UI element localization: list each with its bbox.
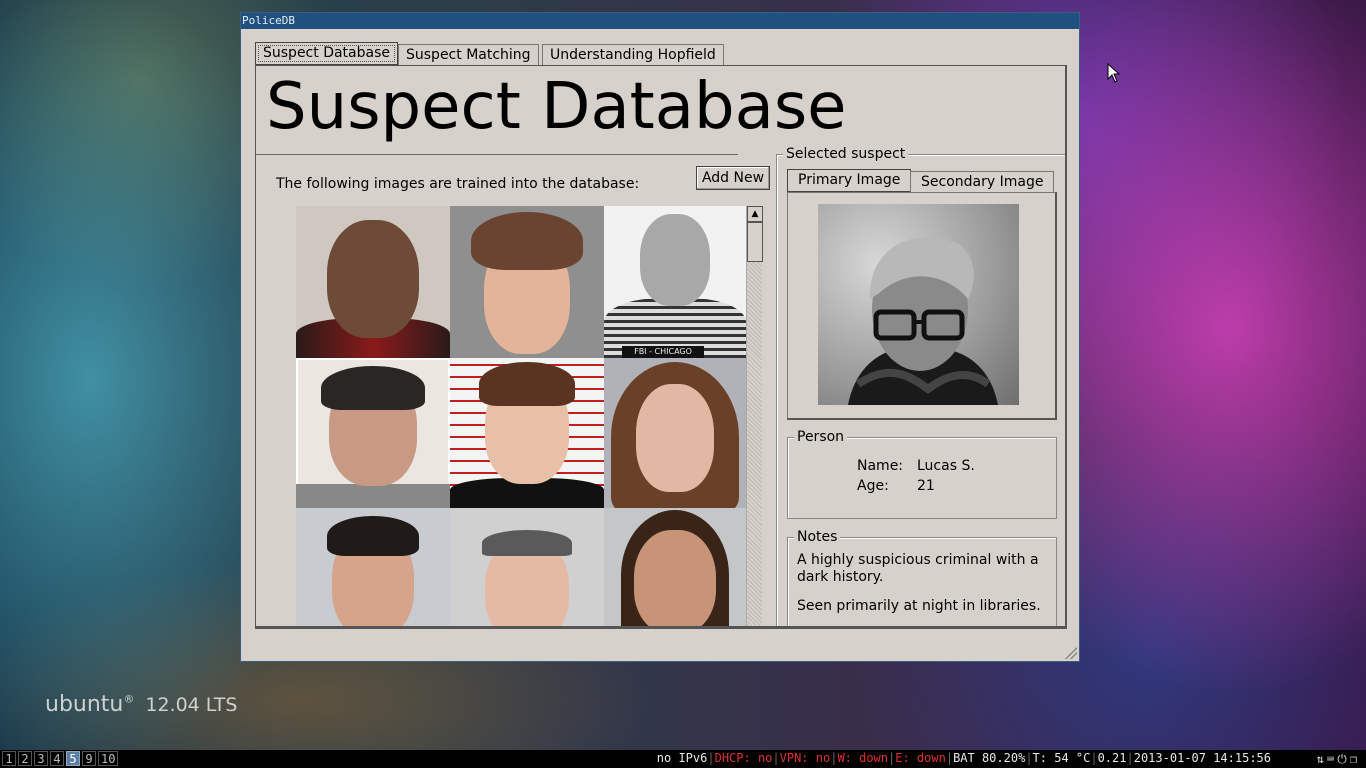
notes-group: Notes A highly suspicious criminal with … bbox=[787, 529, 1057, 628]
suspect-thumbnail[interactable] bbox=[450, 206, 604, 358]
notes-legend: Notes bbox=[794, 529, 841, 545]
notes-text: A highly suspicious criminal with a dark… bbox=[797, 552, 1047, 627]
suspect-thumbnail[interactable] bbox=[296, 508, 450, 628]
status-vpn: VPN: no bbox=[779, 751, 831, 765]
status-load: 0.21 bbox=[1097, 751, 1127, 765]
suspect-thumbnail[interactable] bbox=[604, 358, 746, 508]
tab-understanding-hopfield[interactable]: Understanding Hopfield bbox=[542, 44, 724, 65]
grid-scrollbar[interactable]: ▲ bbox=[746, 206, 763, 628]
status-wlan: W: down bbox=[837, 751, 889, 765]
note-paragraph: Seen primarily at night in libraries. bbox=[797, 598, 1041, 614]
keyboard-icon[interactable]: ⌨ bbox=[1327, 752, 1337, 766]
workspace-button[interactable]: 1 bbox=[2, 751, 16, 766]
window-titlebar[interactable]: PoliceDB bbox=[241, 13, 1079, 29]
suspect-thumbnail[interactable]: FBI - CHICAGO bbox=[604, 206, 746, 358]
power-icon[interactable]: ⏻ bbox=[1337, 752, 1350, 766]
person-group: Person Name: Lucas S. Age: 21 bbox=[787, 429, 1057, 519]
suspect-thumbnail[interactable] bbox=[450, 508, 604, 628]
policedb-window: PoliceDB Suspect Database Suspect Matchi… bbox=[240, 12, 1080, 662]
name-label: Name: bbox=[857, 458, 904, 474]
workspace-button[interactable]: 2 bbox=[18, 751, 32, 766]
suspect-portrait-icon bbox=[848, 237, 998, 405]
status-ipv6: no IPv6 bbox=[656, 751, 708, 765]
person-details: Name: Lucas S. Age: 21 bbox=[857, 456, 975, 496]
age-value: 21 bbox=[917, 478, 935, 494]
mouse-cursor-icon bbox=[1107, 63, 1121, 83]
scroll-up-arrow-icon[interactable]: ▲ bbox=[747, 206, 763, 222]
status-dhcp: DHCP: no bbox=[714, 751, 773, 765]
workspace-switcher: 1 2 3 4 5 9 10 bbox=[2, 751, 120, 766]
clipboard-icon[interactable]: ❐ bbox=[1350, 752, 1360, 766]
scroll-thumb[interactable] bbox=[747, 222, 763, 262]
title-divider bbox=[256, 154, 738, 155]
suspect-thumbnail[interactable] bbox=[296, 206, 450, 358]
brand-version: 12.04 LTS bbox=[145, 694, 238, 716]
suspect-thumbnail-selected[interactable] bbox=[296, 358, 450, 508]
person-legend: Person bbox=[794, 429, 848, 445]
desktop-brand: ubuntu® 12.04 LTS bbox=[45, 692, 237, 717]
note-paragraph: A highly suspicious criminal with a dark… bbox=[797, 552, 1039, 585]
status-line: no IPv6|DHCP: no|VPN: no|W: down|E: down… bbox=[656, 751, 1271, 765]
workspace-button[interactable]: 10 bbox=[98, 751, 119, 766]
workspace-button[interactable]: 4 bbox=[50, 751, 64, 766]
name-value: Lucas S. bbox=[917, 458, 975, 474]
workspace-button[interactable]: 9 bbox=[82, 751, 96, 766]
status-eth: E: down bbox=[895, 751, 946, 765]
status-datetime: 2013-01-07 14:15:56 bbox=[1133, 751, 1271, 765]
workspace-button-active[interactable]: 5 bbox=[66, 751, 80, 766]
tab-secondary-image[interactable]: Secondary Image bbox=[910, 171, 1055, 192]
system-tray: ⇅⌨⏻❐ bbox=[1317, 752, 1360, 767]
primary-image-panel bbox=[787, 192, 1057, 420]
tab-suspect-matching[interactable]: Suspect Matching bbox=[398, 44, 539, 65]
suspect-primary-photo bbox=[818, 204, 1019, 405]
suspect-thumbnail[interactable] bbox=[450, 358, 604, 508]
fbi-placard: FBI - CHICAGO bbox=[622, 346, 704, 358]
intro-text: The following images are trained into th… bbox=[276, 176, 640, 192]
status-battery: BAT 80.20% bbox=[953, 751, 1026, 765]
brand-mark: ® bbox=[123, 692, 135, 706]
workspace-button[interactable]: 3 bbox=[34, 751, 48, 766]
selected-suspect-legend: Selected suspect bbox=[783, 146, 909, 162]
tab-suspect-database[interactable]: Suspect Database bbox=[255, 42, 398, 65]
tab-primary-image[interactable]: Primary Image bbox=[787, 169, 912, 192]
brand-name: ubuntu bbox=[45, 692, 124, 717]
add-new-button[interactable]: Add New bbox=[696, 166, 770, 190]
resize-grip-icon[interactable] bbox=[1065, 647, 1077, 659]
age-label: Age: bbox=[857, 478, 889, 494]
network-transfer-icon[interactable]: ⇅ bbox=[1317, 752, 1327, 766]
suspect-database-panel: Suspect Database The following images ar… bbox=[255, 65, 1067, 629]
taskbar: 1 2 3 4 5 9 10 no IPv6|DHCP: no|VPN: no|W: dow… bbox=[0, 750, 1366, 768]
status-temperature: T: 54 °C bbox=[1032, 751, 1091, 765]
suspect-image-grid[interactable]: FBI - CHICAGO bbox=[296, 206, 746, 628]
selected-suspect-group: Selected suspect Primary Image Secondary… bbox=[776, 146, 1065, 628]
page-title: Suspect Database bbox=[266, 70, 847, 144]
suspect-thumbnail[interactable] bbox=[604, 508, 746, 628]
